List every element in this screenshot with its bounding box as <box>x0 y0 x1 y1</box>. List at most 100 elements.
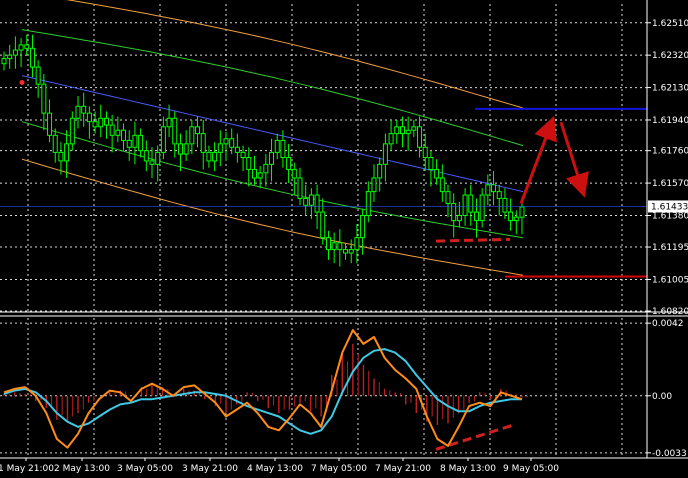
candle-body <box>18 44 24 51</box>
candle-body <box>269 151 275 165</box>
candle-body <box>81 105 87 114</box>
candle-body <box>479 194 485 222</box>
candle-body <box>331 242 337 251</box>
candle-body <box>491 184 497 193</box>
candle-body <box>263 163 269 174</box>
price-tick-label: 1.61380 <box>652 211 688 221</box>
candle-body <box>234 146 240 153</box>
chart-background <box>0 0 688 478</box>
current-price-tag: 1.61433 <box>648 200 688 213</box>
candle-body <box>109 124 115 136</box>
price-tick-label: 1.61760 <box>652 147 688 157</box>
candle-body <box>7 54 13 60</box>
price-tick-label: 1.62320 <box>652 51 688 61</box>
candle-body <box>422 146 428 158</box>
candle-body <box>308 194 314 206</box>
candle-body <box>399 126 405 135</box>
candle-body <box>439 177 445 193</box>
time-tick-label: 4 May 13:00 <box>247 464 303 474</box>
marker-dot <box>19 79 25 85</box>
candle-body <box>291 168 297 179</box>
time-tick-label: 1 May 21:00 <box>0 464 54 474</box>
price-tick-label: 1.61195 <box>652 243 688 253</box>
price-tick-label: 1.61940 <box>652 116 688 126</box>
candle-body <box>160 126 166 153</box>
candle-body <box>280 139 286 158</box>
candle-body <box>348 249 354 254</box>
osc-tick-label: 0.00 <box>652 392 672 402</box>
candle-body <box>382 143 388 165</box>
osc-tick-label: 0.0042 <box>652 319 684 329</box>
osc-tick-label: -0.0033 <box>652 449 687 459</box>
candle-body <box>1 58 7 65</box>
chart-canvas: 1.62510 1.62320 1.62130 1.61940 1.61760 1.615… <box>0 0 688 478</box>
candle-body <box>64 143 70 162</box>
candle-body <box>41 83 47 114</box>
candle-body <box>405 129 411 135</box>
time-tick-label: 9 May 05:00 <box>503 464 559 474</box>
candle-body <box>388 133 394 145</box>
candle-body <box>155 151 161 165</box>
candle-body <box>337 242 343 251</box>
candle-body <box>12 49 18 56</box>
candle-body <box>126 139 132 148</box>
candle-body <box>434 168 440 179</box>
candle-body <box>52 134 58 153</box>
candle-body <box>297 177 303 199</box>
candle-body <box>286 157 292 170</box>
candle-body <box>92 121 98 128</box>
candle-body <box>86 112 92 123</box>
candle-body <box>468 194 474 213</box>
candle-body <box>195 126 201 135</box>
candle-body <box>417 126 423 148</box>
price-tick-label: 1.62130 <box>652 84 688 94</box>
candle-body <box>217 143 223 153</box>
price-tag-label: 1.61433 <box>651 202 688 212</box>
candle-body <box>121 129 127 141</box>
candle-body <box>24 44 30 49</box>
time-tick-label: 7 May 05:00 <box>311 464 367 474</box>
price-tick-label: 1.61570 <box>652 179 688 189</box>
candle-body <box>445 191 451 205</box>
candle-body <box>132 134 138 148</box>
time-tick-label: 3 May 21:00 <box>182 464 238 474</box>
candle-body <box>229 138 235 148</box>
candle-body <box>189 126 195 145</box>
candle-body <box>75 105 81 119</box>
candle-body <box>513 216 519 222</box>
candle-body <box>149 160 155 165</box>
candle-body <box>212 151 218 162</box>
candle-body <box>223 138 229 145</box>
candle-body <box>377 163 383 179</box>
candle-body <box>115 129 121 136</box>
candle-body <box>360 214 366 239</box>
candle-body <box>394 126 400 135</box>
time-tick-label: 2 May 13:00 <box>54 464 110 474</box>
candle-body <box>428 157 434 170</box>
candle-body <box>485 184 491 196</box>
candle-body <box>325 237 331 251</box>
candle-body <box>103 117 109 126</box>
candle-body <box>98 117 104 128</box>
candle-body <box>365 191 371 216</box>
candle-body <box>58 151 64 162</box>
candle-body <box>508 211 514 222</box>
time-tick-label: 7 May 21:00 <box>375 464 431 474</box>
candle-body <box>411 126 417 131</box>
candle-body <box>69 117 75 145</box>
candle-body <box>274 139 280 153</box>
candle-body <box>496 191 502 199</box>
candle-body <box>240 151 246 158</box>
candle-body <box>371 177 377 193</box>
candle-body <box>35 66 41 85</box>
candle-body <box>473 211 479 222</box>
time-tick-label: 3 May 05:00 <box>117 464 173 474</box>
candle-body <box>143 150 149 162</box>
price-tick-label: 1.61005 <box>652 275 688 285</box>
candle-body <box>343 249 349 254</box>
time-tick-label: 8 May 13:00 <box>440 464 496 474</box>
candle-body <box>246 157 252 170</box>
candle-body <box>200 133 206 153</box>
candle-body <box>456 214 462 222</box>
candle-body <box>519 206 525 218</box>
